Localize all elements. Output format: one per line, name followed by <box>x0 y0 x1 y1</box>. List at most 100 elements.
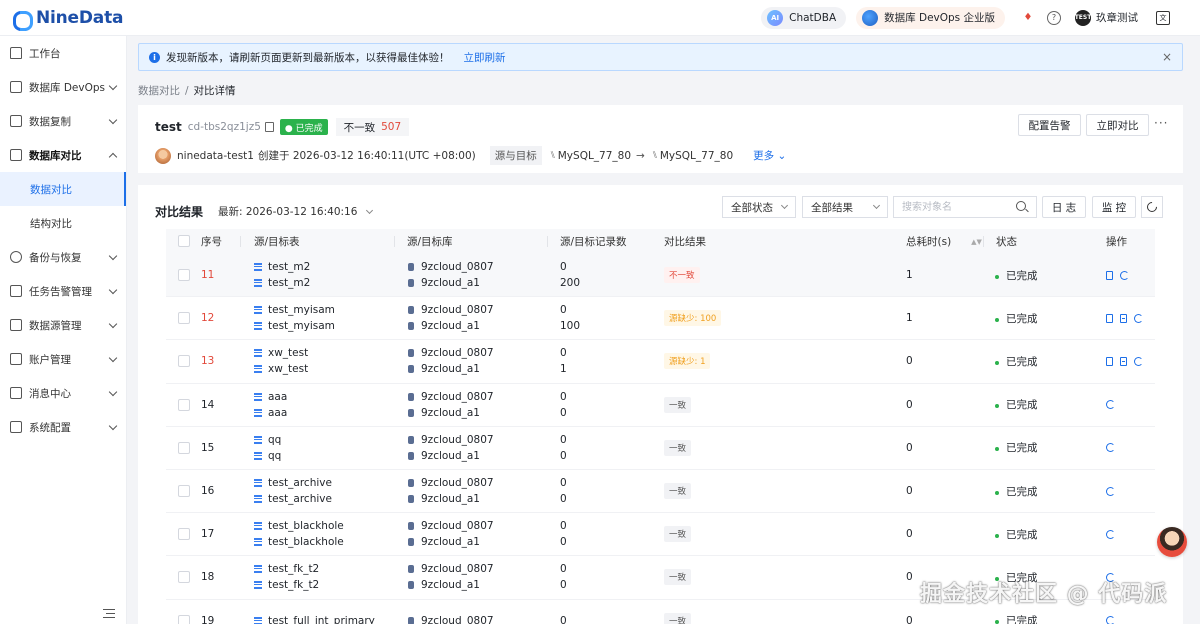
repair-sql-icon[interactable] <box>1120 356 1127 366</box>
row-counts: 00 <box>560 432 567 464</box>
sidebar-item-label: 数据库对比 <box>29 149 82 162</box>
inconsistent-label: 不一致 <box>343 121 376 134</box>
inconsistent-badge[interactable]: 不一致 507 <box>335 118 410 136</box>
status-dot-icon <box>995 447 999 452</box>
target-datasource[interactable]: MySQL_77_80 <box>660 150 733 162</box>
recompare-icon[interactable] <box>1106 443 1115 453</box>
creator-avatar <box>155 147 171 164</box>
chatdba-button[interactable]: AI ChatDBA <box>761 6 847 29</box>
sidebar-item-settings[interactable]: 系统配置 <box>0 410 126 444</box>
sidebar-item-backup[interactable]: 备份与恢复 <box>0 240 126 274</box>
monitor-button[interactable]: 监 控 <box>1092 196 1136 218</box>
account-icon <box>10 353 22 365</box>
row-checkbox[interactable] <box>178 398 190 411</box>
row-checkbox[interactable] <box>178 571 190 584</box>
target-count: 0 <box>560 536 567 549</box>
table-row: 12 test_myisam test_myisam 9zcloud_0807 9zcl… <box>166 297 1155 341</box>
sidebar-item-account[interactable]: 账户管理 <box>0 342 126 376</box>
breadcrumb-parent[interactable]: 数据对比 <box>138 85 180 97</box>
detail-icon[interactable] <box>1106 313 1113 323</box>
repair-sql-icon[interactable] <box>1120 313 1127 323</box>
refresh-button[interactable] <box>1141 196 1163 218</box>
language-icon[interactable]: 文 <box>1156 10 1170 25</box>
more-link[interactable]: 更多 ⌄ <box>753 148 786 163</box>
result-badge[interactable]: 源缺少: 100 <box>664 310 722 327</box>
more-actions-icon[interactable]: ··· <box>1154 116 1168 130</box>
compare-now-button[interactable]: 立即对比 <box>1086 114 1149 136</box>
detail-icon[interactable] <box>1106 356 1113 366</box>
source-count: 0 <box>560 347 567 360</box>
sidebar-subitem-data-compare[interactable]: 数据对比 <box>0 172 126 206</box>
recompare-icon[interactable] <box>1106 400 1115 410</box>
result-badge[interactable]: 一致 <box>664 439 692 456</box>
user-name[interactable]: 玖章测试 <box>1096 10 1138 25</box>
refresh-now-link[interactable]: 立即刷新 <box>464 50 506 65</box>
results-table: 序号 源/目标表 源/目标库 源/目标记录数 对比结果 总耗时(s) ▲▼ 状态 … <box>166 229 1155 624</box>
recompare-icon[interactable] <box>1134 313 1143 323</box>
support-avatar[interactable] <box>1157 527 1187 557</box>
recompare-icon[interactable] <box>1134 356 1143 366</box>
row-time: 1 <box>906 269 913 282</box>
source-target-label: 源与目标 <box>489 146 542 165</box>
status-filter-select[interactable]: 全部状态 <box>722 196 796 218</box>
sidebar-subitem-label: 数据对比 <box>30 183 72 196</box>
configure-alarm-button[interactable]: 配置告警 <box>1018 114 1081 136</box>
result-badge[interactable]: 一致 <box>664 612 692 624</box>
sidebar-item-alarm[interactable]: 任务告警管理 <box>0 274 126 308</box>
status-dot-icon <box>995 404 999 409</box>
sidebar-item-devops[interactable]: 数据库 DevOps <box>0 70 126 104</box>
target-table: xw_test <box>268 363 309 376</box>
recompare-icon[interactable] <box>1106 616 1115 624</box>
target-table: test_archive <box>268 493 332 506</box>
row-status: 已完成 <box>995 484 1038 499</box>
collapse-sidebar-icon[interactable] <box>103 609 115 618</box>
edition-button[interactable]: 数据库 DevOps 企业版 <box>856 6 1005 29</box>
row-checkbox[interactable] <box>178 441 190 454</box>
result-badge[interactable]: 不一致 <box>664 267 700 284</box>
select-all-checkbox[interactable] <box>178 235 190 247</box>
row-checkbox[interactable] <box>178 484 190 497</box>
recompare-icon[interactable] <box>1106 529 1115 539</box>
row-checkbox[interactable] <box>178 614 190 624</box>
recompare-icon[interactable] <box>1106 486 1115 496</box>
sidebar-item-datasource[interactable]: 数据源管理 <box>0 308 126 342</box>
header-time[interactable]: 总耗时(s) ▲▼ <box>906 234 982 249</box>
sidebar-item-compare[interactable]: 数据库对比 <box>0 138 126 172</box>
sidebar-item-messages[interactable]: 消息中心 <box>0 376 126 410</box>
row-checkbox[interactable] <box>178 528 190 541</box>
result-badge[interactable]: 一致 <box>664 569 692 586</box>
task-name: test <box>155 120 182 134</box>
source-db: 9zcloud_0807 <box>421 390 494 403</box>
row-no: 11 <box>201 269 215 282</box>
chevron-down-icon: ⌄ <box>777 150 787 162</box>
logo[interactable]: NineData <box>12 8 172 31</box>
sidebar-item-workbench[interactable]: 工作台 <box>0 36 126 70</box>
result-badge[interactable]: 一致 <box>664 396 692 413</box>
sidebar-item-replication[interactable]: 数据复制 <box>0 104 126 138</box>
recompare-icon[interactable] <box>1120 270 1129 280</box>
result-badge[interactable]: 源缺少: 1 <box>664 353 711 370</box>
detail-icon[interactable] <box>1106 270 1113 280</box>
help-icon[interactable]: ? <box>1047 10 1061 25</box>
user-avatar[interactable]: TEST <box>1075 9 1091 26</box>
bell-icon[interactable]: ♦ <box>1021 11 1035 25</box>
result-filter-select[interactable]: 全部结果 <box>802 196 888 218</box>
row-checkbox[interactable] <box>178 269 190 281</box>
close-icon[interactable]: × <box>1162 50 1172 64</box>
sidebar-subitem-structure-compare[interactable]: 结构对比 <box>0 206 126 240</box>
row-checkbox[interactable] <box>178 312 190 325</box>
result-badge[interactable]: 一致 <box>664 526 692 543</box>
log-button[interactable]: 日 志 <box>1042 196 1086 218</box>
table-icon <box>254 306 262 315</box>
copy-icon[interactable] <box>264 122 274 132</box>
row-time: 0 <box>906 441 913 454</box>
source-datasource[interactable]: MySQL_77_80 <box>558 150 631 162</box>
header-no: 序号 <box>201 236 222 248</box>
chevron-down-icon <box>108 319 118 329</box>
search-icon[interactable] <box>1016 201 1026 211</box>
table-icon <box>254 495 262 504</box>
latest-run-select[interactable]: 最新: 2026-03-12 16:40:16 <box>218 204 374 219</box>
result-badge[interactable]: 一致 <box>664 483 692 500</box>
database-icon <box>408 451 414 460</box>
row-checkbox[interactable] <box>178 355 190 368</box>
